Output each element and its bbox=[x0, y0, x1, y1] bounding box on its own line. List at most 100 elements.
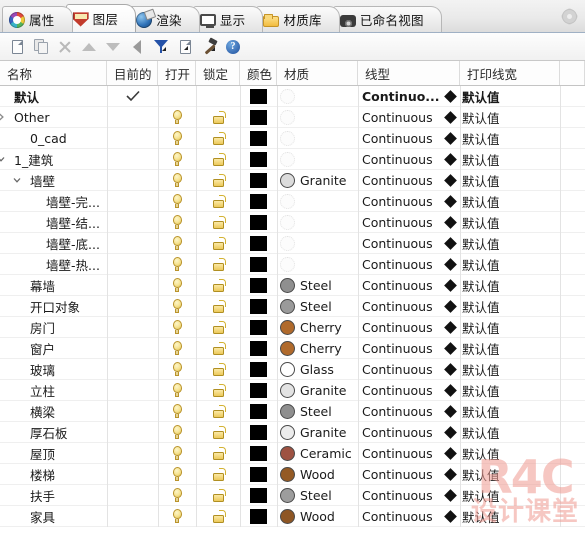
layer-name-cell[interactable]: 房门 bbox=[0, 317, 107, 337]
lightbulb-icon[interactable] bbox=[172, 320, 183, 334]
lightbulb-icon[interactable] bbox=[172, 446, 183, 460]
layer-color-cell[interactable] bbox=[240, 254, 277, 274]
column-header-color[interactable]: 颜色 bbox=[240, 61, 277, 85]
material-swatch-icon[interactable] bbox=[280, 403, 295, 419]
table-row[interactable]: 横梁 Steel Continuous 默认值 bbox=[0, 401, 585, 422]
column-header-cur[interactable]: 目前的 bbox=[107, 61, 158, 85]
current-layer-cell[interactable] bbox=[107, 86, 158, 106]
layer-print-width-cell[interactable]: 默认值 bbox=[460, 359, 540, 379]
color-swatch[interactable] bbox=[250, 109, 267, 125]
print-width-swatch-cell[interactable] bbox=[440, 191, 460, 211]
layer-lock-cell[interactable] bbox=[196, 128, 240, 148]
layer-print-width-cell[interactable]: 默认值 bbox=[460, 86, 540, 106]
unlocked-padlock-icon[interactable] bbox=[212, 488, 226, 502]
layer-lock-cell[interactable] bbox=[196, 485, 240, 505]
current-layer-cell[interactable] bbox=[107, 443, 158, 463]
layer-color-cell[interactable] bbox=[240, 380, 277, 400]
layer-lock-cell[interactable] bbox=[196, 191, 240, 211]
layer-material-cell[interactable] bbox=[277, 149, 358, 169]
layer-color-cell[interactable] bbox=[240, 422, 277, 442]
table-row[interactable]: 0_cad Continuous 默认值 bbox=[0, 128, 585, 149]
layer-visibility-cell[interactable] bbox=[158, 359, 196, 379]
unlocked-padlock-icon[interactable] bbox=[212, 278, 226, 292]
lightbulb-icon[interactable] bbox=[172, 509, 183, 523]
chevron-right-icon[interactable] bbox=[0, 112, 6, 122]
lightbulb-icon[interactable] bbox=[172, 110, 183, 124]
unlocked-padlock-icon[interactable] bbox=[212, 131, 226, 145]
layer-color-cell[interactable] bbox=[240, 359, 277, 379]
layer-linetype-cell[interactable]: Continuous bbox=[358, 401, 440, 421]
layer-material-cell[interactable]: Granite bbox=[277, 422, 358, 442]
material-swatch-icon[interactable] bbox=[280, 508, 295, 524]
color-swatch[interactable] bbox=[250, 445, 267, 461]
print-width-swatch-cell[interactable] bbox=[440, 107, 460, 127]
layer-linetype-cell[interactable]: Continuous bbox=[358, 233, 440, 253]
color-swatch[interactable] bbox=[250, 214, 267, 230]
layer-name-cell[interactable]: 窗户 bbox=[0, 338, 107, 358]
lightbulb-icon[interactable] bbox=[172, 425, 183, 439]
color-swatch[interactable] bbox=[250, 382, 267, 398]
layer-name-cell[interactable]: 墙壁-完... bbox=[0, 191, 107, 211]
print-width-swatch-cell[interactable] bbox=[440, 170, 460, 190]
print-width-swatch-cell[interactable] bbox=[440, 212, 460, 232]
layer-print-width-cell[interactable]: 默认值 bbox=[460, 338, 540, 358]
layer-material-cell[interactable] bbox=[277, 191, 358, 211]
layer-material-cell[interactable] bbox=[277, 212, 358, 232]
table-row[interactable]: 窗户 Cherry Continuous 默认值 bbox=[0, 338, 585, 359]
table-row[interactable]: 墙壁-热... Continuous 默认值 bbox=[0, 254, 585, 275]
material-swatch-icon[interactable] bbox=[280, 445, 295, 461]
color-swatch[interactable] bbox=[250, 172, 267, 188]
layer-visibility-cell[interactable] bbox=[158, 485, 196, 505]
table-row[interactable]: 墙壁 Granite Continuous 默认值 bbox=[0, 170, 585, 191]
print-width-swatch-cell[interactable] bbox=[440, 338, 460, 358]
layer-name-cell[interactable]: 墙壁-底... bbox=[0, 233, 107, 253]
layer-print-width-cell[interactable]: 默认值 bbox=[460, 506, 540, 526]
layer-visibility-cell[interactable] bbox=[158, 128, 196, 148]
layer-color-cell[interactable] bbox=[240, 191, 277, 211]
layer-linetype-cell[interactable]: Continuous bbox=[358, 380, 440, 400]
color-swatch[interactable] bbox=[250, 130, 267, 146]
lightbulb-icon[interactable] bbox=[172, 257, 183, 271]
layer-linetype-cell[interactable]: Continuous bbox=[358, 128, 440, 148]
table-row[interactable]: 1_建筑 Continuous 默认值 bbox=[0, 149, 585, 170]
new-layer-button[interactable] bbox=[5, 36, 29, 58]
layer-visibility-cell[interactable] bbox=[158, 296, 196, 316]
layer-visibility-cell[interactable] bbox=[158, 338, 196, 358]
lightbulb-icon[interactable] bbox=[172, 383, 183, 397]
layer-material-cell[interactable] bbox=[277, 107, 358, 127]
layer-name-cell[interactable]: 立柱 bbox=[0, 380, 107, 400]
layer-name-cell[interactable]: 玻璃 bbox=[0, 359, 107, 379]
layer-color-cell[interactable] bbox=[240, 338, 277, 358]
lightbulb-icon[interactable] bbox=[172, 299, 183, 313]
layer-linetype-cell[interactable]: Continuous bbox=[358, 107, 440, 127]
print-width-swatch-cell[interactable] bbox=[440, 296, 460, 316]
color-swatch[interactable] bbox=[250, 487, 267, 503]
layer-material-cell[interactable]: Steel bbox=[277, 401, 358, 421]
properties-button[interactable] bbox=[173, 36, 197, 58]
layer-linetype-cell[interactable]: Continuous bbox=[358, 317, 440, 337]
layer-visibility-cell[interactable] bbox=[158, 107, 196, 127]
column-header-lt[interactable]: 线型 bbox=[358, 61, 460, 85]
layer-print-width-cell[interactable]: 默认值 bbox=[460, 401, 540, 421]
print-width-swatch-cell[interactable] bbox=[440, 86, 460, 106]
layer-material-cell[interactable]: Steel bbox=[277, 296, 358, 316]
layer-name-cell[interactable]: 厚石板 bbox=[0, 422, 107, 442]
current-layer-cell[interactable] bbox=[107, 401, 158, 421]
color-swatch[interactable] bbox=[250, 235, 267, 251]
print-width-swatch-cell[interactable] bbox=[440, 359, 460, 379]
layer-print-width-cell[interactable]: 默认值 bbox=[460, 380, 540, 400]
layer-linetype-cell[interactable]: Continuous bbox=[358, 191, 440, 211]
color-swatch[interactable] bbox=[250, 256, 267, 272]
layer-name-cell[interactable]: 幕墙 bbox=[0, 275, 107, 295]
layer-color-cell[interactable] bbox=[240, 317, 277, 337]
current-layer-cell[interactable] bbox=[107, 233, 158, 253]
chevron-down-icon[interactable] bbox=[12, 175, 22, 185]
layer-linetype-cell[interactable]: Continuous bbox=[358, 254, 440, 274]
print-width-swatch-cell[interactable] bbox=[440, 401, 460, 421]
tab-已命名视图[interactable]: 已命名视图 bbox=[332, 6, 442, 32]
current-layer-cell[interactable] bbox=[107, 359, 158, 379]
layer-lock-cell[interactable] bbox=[196, 359, 240, 379]
layer-print-width-cell[interactable]: 默认值 bbox=[460, 233, 540, 253]
layer-name-cell[interactable]: 开口对象 bbox=[0, 296, 107, 316]
layer-name-cell[interactable]: 默认 bbox=[0, 86, 107, 106]
